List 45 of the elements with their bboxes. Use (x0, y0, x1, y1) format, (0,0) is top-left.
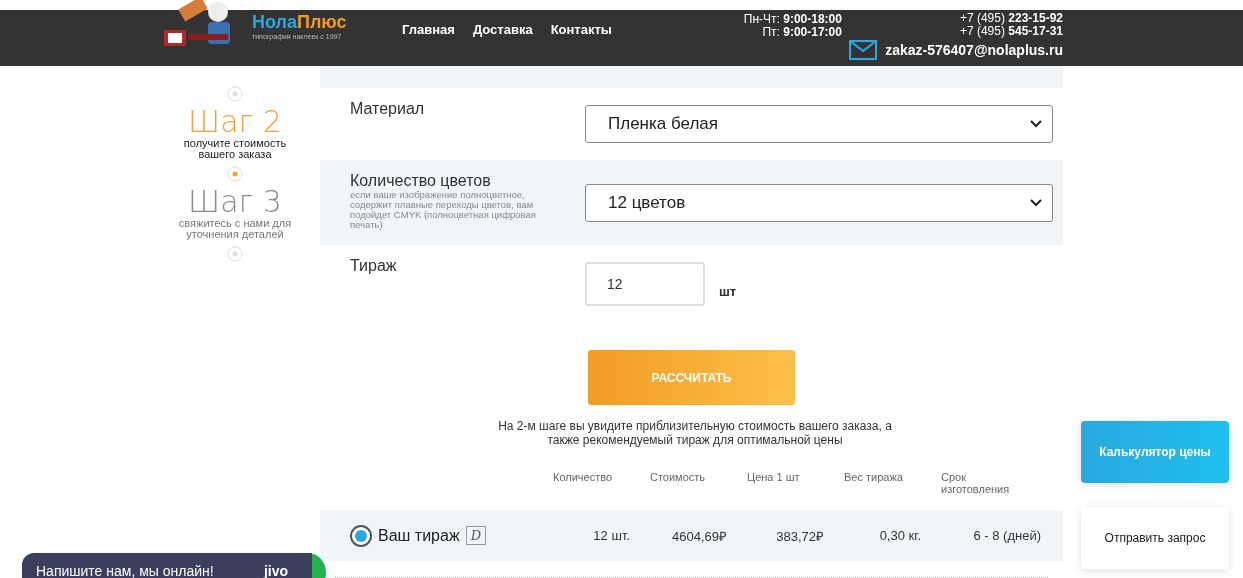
nav-link[interactable]: Главная (402, 22, 455, 37)
column-header: Вес тиража (844, 471, 904, 485)
step-dot-icon (227, 166, 243, 182)
working-hours: Пт: 9:00-17:00 (761, 26, 842, 39)
nav-link[interactable]: Доставка (472, 22, 533, 37)
dropdown[interactable]: Пленка белая (585, 105, 1053, 143)
chat-text: Напишите нам, мы онлайн! (36, 563, 214, 578)
email-link[interactable]: zakaz-576407@nolaplus.ru (885, 43, 1063, 57)
table-cell-text: 0,30 кг. (878, 528, 922, 543)
note-text: На 2-м шаге вы увидите приблизительную стоимость вашего заказа, а также рекомендуемый тираж для оптимальной цены (497, 419, 893, 447)
working-hours: Пн-Чт: 9:00-18:00 (742, 13, 842, 26)
chevron-down-icon (1030, 198, 1042, 207)
nav-link[interactable]: Контакты (550, 22, 612, 37)
phone-number: +7 (495) 545-17-31 (958, 25, 1063, 38)
phone-number: +7 (495) 223-15-92 (958, 12, 1063, 25)
field-label: Количество цветов (350, 172, 492, 190)
column-header: Количество (553, 471, 614, 485)
step-dot-icon (227, 246, 243, 262)
step-title: Шаг 3 (188, 186, 282, 218)
step-title: Шаг 2 (188, 106, 282, 138)
table-cell-text: 383,72₽ (775, 527, 825, 545)
field-label: Тираж (350, 257, 398, 275)
step-caption: свяжитесь с нами для уточнения деталей (177, 218, 293, 240)
dropdown[interactable]: 12 цветов (585, 183, 1053, 222)
column-header: Цена 1 шт (747, 471, 801, 485)
chat-widget[interactable]: Напишите нам, мы онлайн! jivo (22, 553, 312, 578)
column-header: Срок изготовления (941, 471, 1011, 497)
field-hint: если ваше изображение полноцветное, содержит плавные переходы цветов, вам подойдет CMYK (полноцветная цифровая печать) (350, 190, 537, 230)
step-dot-icon (227, 86, 243, 102)
envelope-icon (849, 40, 878, 60)
unit-label: шт (719, 282, 737, 299)
radio-button[interactable] (350, 524, 372, 547)
step-caption: получите стоимость вашего заказа (182, 138, 288, 160)
table-cell-text: 12 шт. (592, 528, 631, 543)
field-label: Материал (350, 100, 426, 118)
info-badge[interactable]: D (465, 526, 487, 545)
quantity-input[interactable]: 12 (585, 262, 705, 306)
logo-text[interactable]: НолаПлюс (252, 12, 347, 33)
row-label: Ваш тираж (378, 526, 460, 545)
side-button[interactable]: Отправить запрос (1081, 507, 1229, 569)
chat-brand: jivo (263, 563, 288, 578)
table-cell-text: 6 - 8 (дней) (972, 528, 1042, 543)
chevron-down-icon (1030, 120, 1042, 128)
column-header: Стоимость (650, 471, 707, 485)
table-cell-text: 4604,69₽ (671, 527, 728, 545)
